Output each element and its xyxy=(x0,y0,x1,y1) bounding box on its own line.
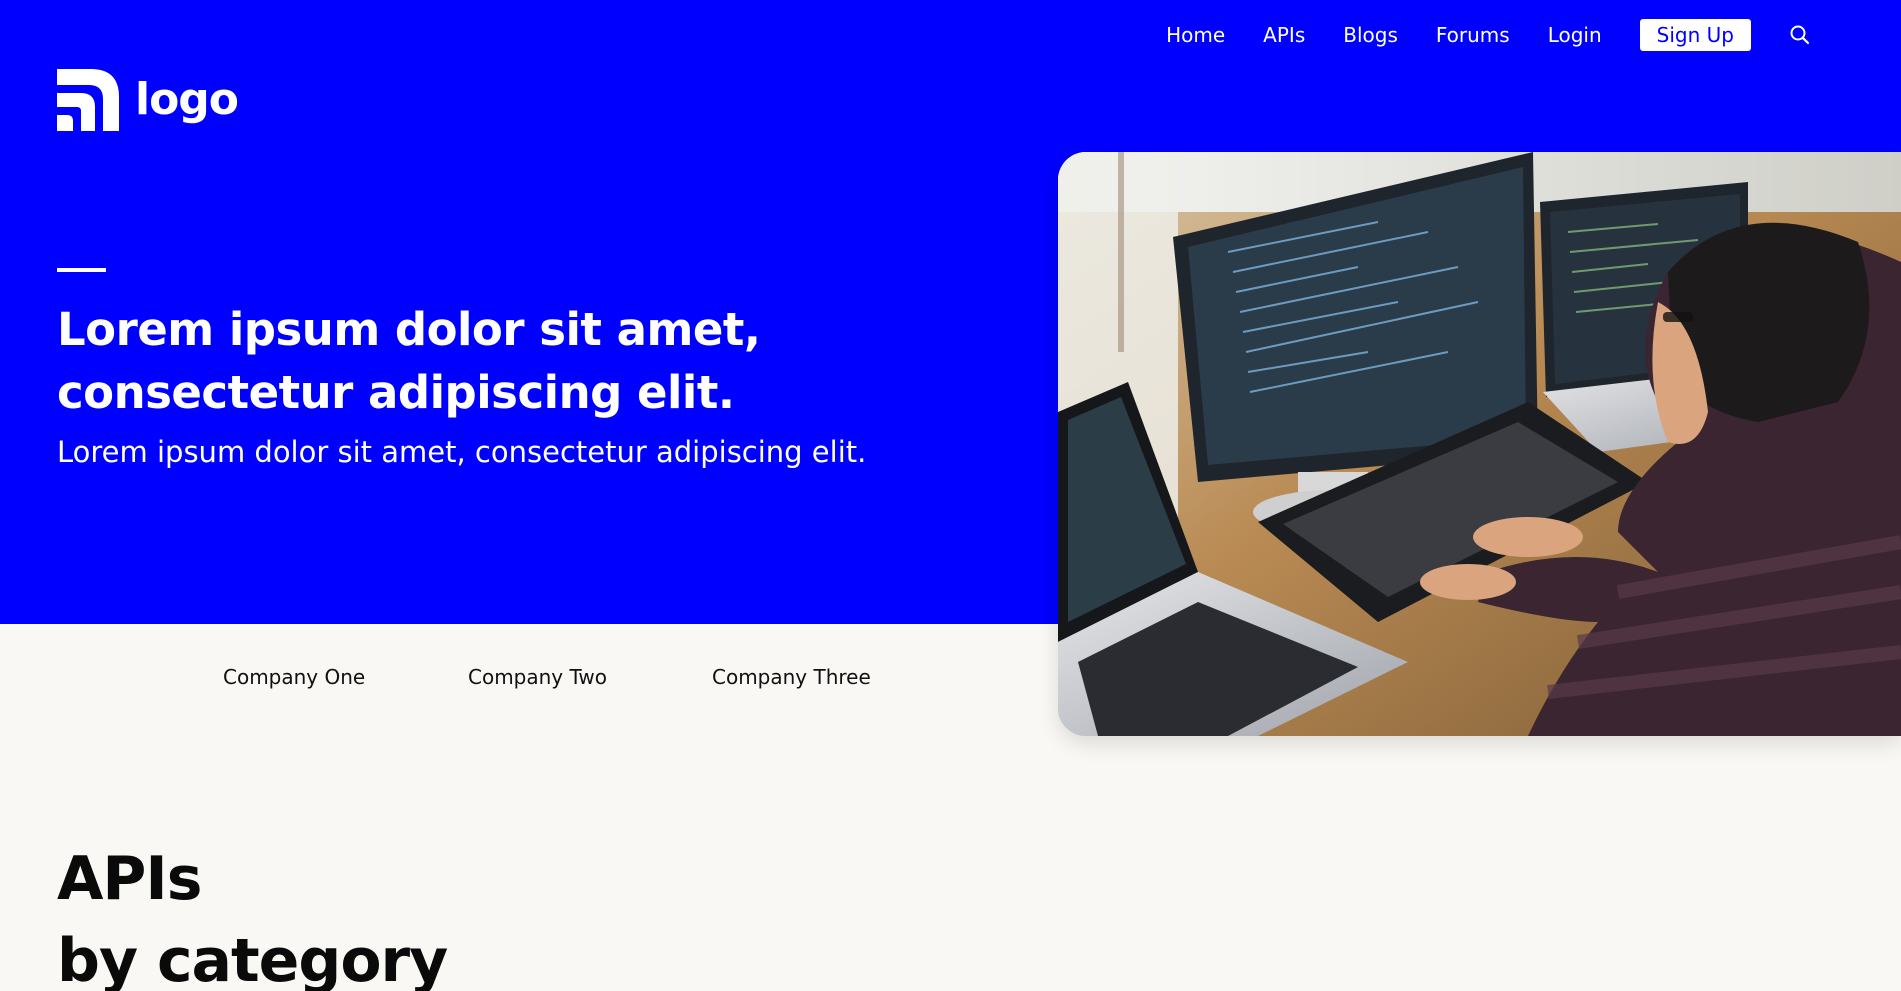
nav-blogs[interactable]: Blogs xyxy=(1343,23,1398,47)
developer-at-desk-photo xyxy=(1058,152,1901,736)
landing-page: logo Home APIs Blogs Forums Login Sign U… xyxy=(0,0,1901,991)
nav-forums[interactable]: Forums xyxy=(1436,23,1510,47)
nav-home[interactable]: Home xyxy=(1166,23,1225,47)
apis-section-title: APIs by category xyxy=(57,838,448,991)
company-three: Company Three xyxy=(712,665,871,689)
hero-subheadline: Lorem ipsum dolor sit amet, consectetur … xyxy=(57,435,867,469)
sign-up-button[interactable]: Sign Up xyxy=(1639,19,1751,51)
hero-illustration xyxy=(1058,152,1901,736)
logo-text: logo xyxy=(135,74,239,125)
logo[interactable]: logo xyxy=(57,68,239,132)
hero-headline: Lorem ipsum dolor sit amet, consectetur … xyxy=(57,298,957,424)
section-title-line-1: APIs xyxy=(57,844,202,914)
hero-headline-line-1: Lorem ipsum dolor sit amet, xyxy=(57,303,761,356)
signal-logo-icon xyxy=(57,69,119,131)
company-logos-row: Company One Company Two Company Three xyxy=(0,665,1000,695)
company-two: Company Two xyxy=(468,665,608,689)
search-icon[interactable] xyxy=(1789,24,1811,46)
accent-divider xyxy=(57,268,106,272)
section-title-line-2: by category xyxy=(57,926,448,991)
company-one: Company One xyxy=(223,665,366,689)
main-nav: Home APIs Blogs Forums Login Sign Up xyxy=(1166,18,1811,52)
nav-login[interactable]: Login xyxy=(1548,23,1602,47)
hero-headline-line-2: consectetur adipiscing elit. xyxy=(57,366,735,419)
nav-apis[interactable]: APIs xyxy=(1263,23,1305,47)
